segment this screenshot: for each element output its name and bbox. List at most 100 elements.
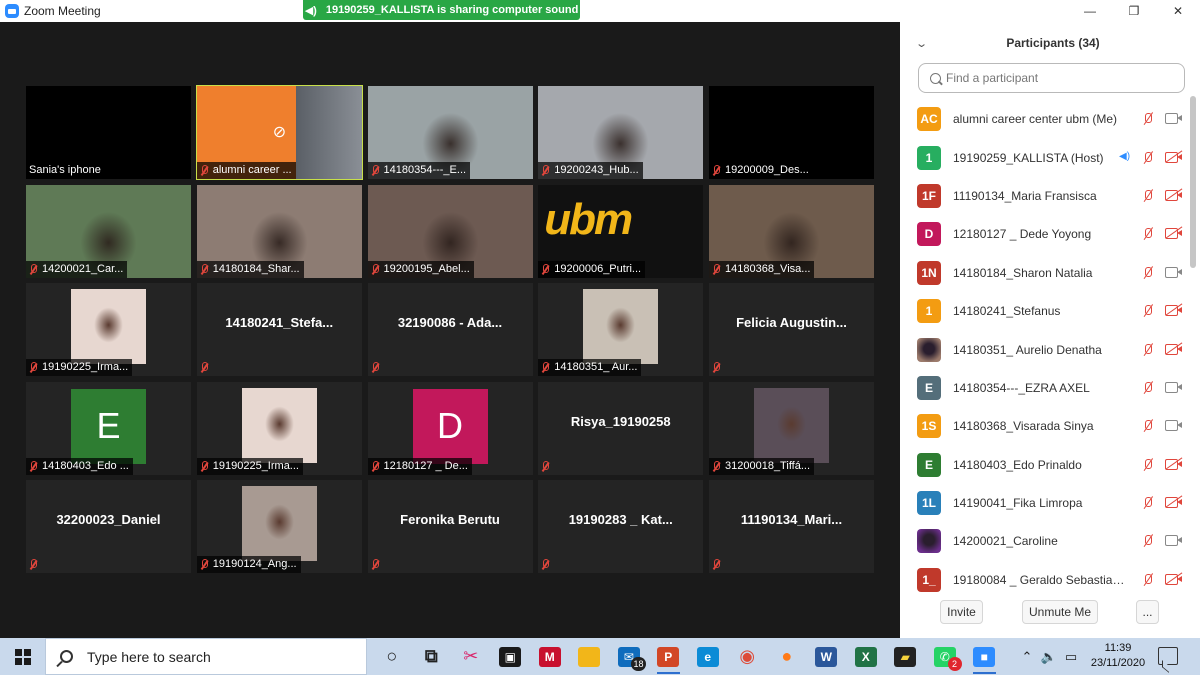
video-off-icon[interactable]: [1165, 572, 1183, 587]
video-on-icon[interactable]: [1165, 112, 1183, 126]
video-off-icon[interactable]: [1165, 188, 1183, 203]
minimize-icon[interactable]: —: [1068, 0, 1112, 22]
sharing-sound-banner[interactable]: ◀) 19190259_KALLISTA is sharing computer…: [303, 0, 580, 20]
participant-row[interactable]: 1_ 19180084 _ Geraldo Sebastian ...: [917, 561, 1183, 599]
muted-mic-icon[interactable]: [1141, 112, 1155, 126]
video-tile[interactable]: 11190134_Mari...: [709, 480, 874, 573]
video-tile[interactable]: 32200023_Daniel: [26, 480, 191, 573]
participant-row[interactable]: 1S 14180368_Visarada Sinya: [917, 407, 1183, 445]
video-tile[interactable]: Feronika Berutu: [367, 480, 533, 573]
taskbar-app-button[interactable]: W: [807, 638, 847, 675]
taskbar-app-button[interactable]: ✂: [451, 638, 491, 675]
taskbar-app-button[interactable]: ✉ 18: [609, 638, 649, 675]
video-on-icon[interactable]: [1165, 266, 1183, 280]
muted-mic-icon[interactable]: [1141, 266, 1155, 280]
taskbar-app-button[interactable]: P: [649, 638, 689, 675]
find-participant-box[interactable]: [918, 63, 1185, 93]
muted-mic-icon[interactable]: [1141, 458, 1155, 472]
video-tile[interactable]: ⊘ alumni career ...: [195, 85, 363, 180]
taskbar-app-button[interactable]: ○: [372, 638, 412, 675]
video-tile[interactable]: Felicia Augustin...: [709, 283, 874, 376]
participant-row[interactable]: 1F 11190134_Maria Fransisca: [917, 177, 1183, 215]
video-tile[interactable]: 19200195_Abel...: [367, 184, 533, 278]
video-tile[interactable]: 14180184_Shar...: [196, 184, 362, 278]
taskbar-app-button[interactable]: ✆ 2: [925, 638, 965, 675]
muted-mic-icon[interactable]: [1141, 496, 1155, 510]
taskbar-search-box[interactable]: Type here to search: [45, 638, 367, 675]
start-button[interactable]: [0, 638, 45, 675]
video-on-icon[interactable]: [1165, 381, 1183, 395]
taskbar-app-button[interactable]: ⧉: [412, 638, 452, 675]
find-participant-input[interactable]: [946, 71, 1166, 85]
taskbar-app-button[interactable]: ▰: [886, 638, 926, 675]
video-tile[interactable]: D 12180127 _ De...: [367, 381, 533, 475]
muted-mic-icon[interactable]: [1141, 151, 1155, 165]
video-off-icon[interactable]: [1165, 303, 1183, 318]
video-tile[interactable]: Risya_19190258: [538, 381, 704, 475]
close-icon[interactable]: ✕: [1156, 0, 1200, 22]
taskbar-app-button[interactable]: ▬: [570, 638, 610, 675]
participant-row[interactable]: 14200021_Caroline: [917, 522, 1183, 560]
video-tile[interactable]: Sania's iphone: [26, 86, 191, 179]
video-off-icon[interactable]: [1165, 457, 1183, 472]
video-tile[interactable]: 19190283 _ Kat...: [538, 480, 704, 573]
video-tile[interactable]: 32190086 - Ada...: [367, 283, 533, 376]
more-options-button[interactable]: ...: [1136, 600, 1159, 624]
sharing-sound-text: 19190259_KALLISTA is sharing computer so…: [325, 4, 579, 16]
tray-overflow-chevron-icon[interactable]: ⌃: [1016, 649, 1038, 665]
video-on-icon[interactable]: [1165, 534, 1183, 548]
video-tile[interactable]: 19200009_Des...: [709, 86, 874, 179]
taskbar-app-button[interactable]: M: [530, 638, 570, 675]
collapse-chevron-icon[interactable]: ⌄: [915, 37, 928, 50]
volume-icon[interactable]: 🔈: [1038, 649, 1060, 665]
muted-mic-icon[interactable]: [1141, 534, 1155, 548]
maximize-icon[interactable]: ❐: [1112, 0, 1156, 22]
taskbar-app-button[interactable]: ■: [965, 638, 1005, 675]
taskbar-app-button[interactable]: X: [846, 638, 886, 675]
taskbar-app-button[interactable]: e: [688, 638, 728, 675]
muted-mic-icon[interactable]: [1141, 189, 1155, 203]
muted-mic-icon[interactable]: [1141, 573, 1155, 587]
participant-row[interactable]: AC alumni career center ubm (Me): [917, 100, 1183, 138]
participant-list-scrollbar[interactable]: [1190, 96, 1196, 268]
participant-row[interactable]: 1 19190259_KALLISTA (Host) ◀): [917, 138, 1183, 176]
participant-row[interactable]: D 12180127 _ Dede Yoyong: [917, 215, 1183, 253]
participant-row[interactable]: 14180351_ Aurelio Denatha: [917, 330, 1183, 368]
excel-icon: X: [854, 646, 877, 667]
video-tile[interactable]: ubm 19200006_Putri...: [538, 184, 704, 278]
video-tile[interactable]: 14180368_Visa...: [709, 184, 874, 278]
taskbar-app-button[interactable]: ●: [767, 638, 807, 675]
unmute-me-button[interactable]: Unmute Me: [1022, 600, 1098, 624]
taskbar-app-button[interactable]: ▣: [491, 638, 531, 675]
muted-mic-icon[interactable]: [1141, 343, 1155, 357]
video-tile[interactable]: 19190225_Irma...: [26, 283, 191, 376]
muted-mic-icon[interactable]: [1141, 381, 1155, 395]
participant-row[interactable]: E 14180354---_EZRA AXEL: [917, 369, 1183, 407]
video-off-icon[interactable]: [1165, 226, 1183, 241]
notification-center-icon[interactable]: [1158, 647, 1178, 665]
video-tile[interactable]: 19200243_Hub...: [538, 86, 704, 179]
participant-row[interactable]: E 14180403_Edo Prinaldo: [917, 446, 1183, 484]
battery-icon[interactable]: ▭: [1060, 649, 1082, 665]
video-tile[interactable]: 14200021_Car...: [26, 184, 191, 278]
video-off-icon[interactable]: [1165, 149, 1183, 165]
taskbar-clock[interactable]: 11:39 23/11/2020: [1090, 641, 1146, 671]
video-tile[interactable]: 19190124_Ang...: [196, 480, 362, 573]
muted-mic-icon[interactable]: [1141, 227, 1155, 241]
participant-row[interactable]: 1L 14190041_Fika Limropa: [917, 484, 1183, 522]
video-tile[interactable]: 14180241_Stefa...: [196, 283, 362, 376]
video-tile[interactable]: 14180354---_E...: [367, 86, 533, 179]
video-off-icon[interactable]: [1165, 495, 1183, 510]
video-tile[interactable]: E 14180403_Edo ...: [26, 381, 191, 475]
muted-mic-icon[interactable]: [1141, 419, 1155, 433]
muted-mic-icon[interactable]: [1141, 304, 1155, 318]
video-off-icon[interactable]: [1165, 341, 1183, 357]
participant-row[interactable]: 1N 14180184_Sharon Natalia: [917, 254, 1183, 292]
taskbar-app-button[interactable]: ◉: [728, 638, 768, 675]
video-tile[interactable]: 19190225_Irma...: [196, 381, 362, 475]
video-tile[interactable]: 31200018_Tiffá...: [709, 381, 874, 475]
video-tile[interactable]: 14180351_ Aur...: [538, 283, 704, 376]
invite-button[interactable]: Invite: [940, 600, 983, 624]
video-on-icon[interactable]: [1165, 419, 1183, 433]
participant-row[interactable]: 1 14180241_Stefanus: [917, 292, 1183, 330]
